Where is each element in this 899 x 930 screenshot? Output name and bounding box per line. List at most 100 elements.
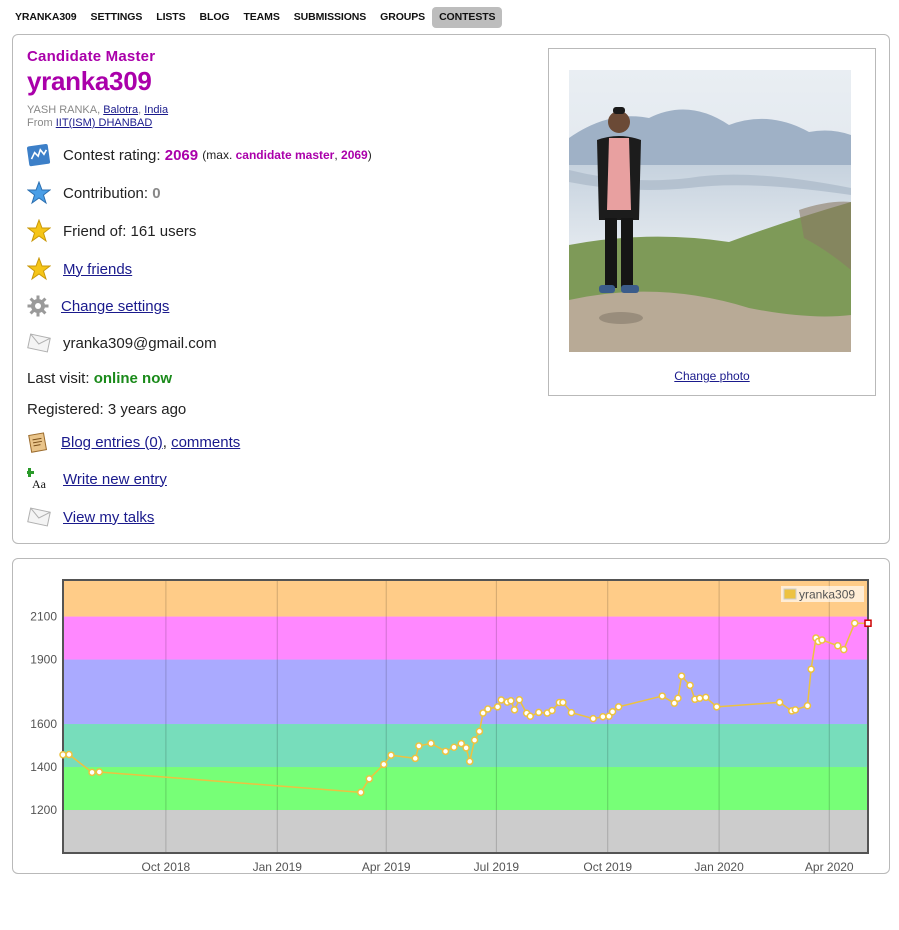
x-tick-label: Jan 2019 <box>253 860 303 874</box>
nav-submissions[interactable]: SUBMISSIONS <box>287 7 373 28</box>
view-talks-row: View my talks <box>27 505 154 529</box>
rating-point <box>677 672 686 680</box>
my-friends-link[interactable]: My friends <box>63 261 132 278</box>
rating-point <box>411 754 420 763</box>
blog-icon <box>27 430 49 454</box>
organization-link[interactable]: IIT(ISM) DHANBAD <box>56 117 153 129</box>
rating-point <box>608 708 617 716</box>
rating-graph-box: Oct 2018 Jan 2019 Apr 2019 Jul 2019 Oct 2019… <box>12 558 890 874</box>
rating-point <box>567 708 576 717</box>
friend-of-text: Friend of: 161 users <box>63 222 197 240</box>
rating-point <box>465 757 474 766</box>
rating-point <box>559 698 567 707</box>
max-rating: (max. candidate master, 2069) <box>202 148 372 162</box>
friend-of-row: Friend of: 161 users <box>27 219 196 243</box>
rating-point <box>515 695 524 704</box>
nav-settings[interactable]: SETTINGS <box>84 7 150 28</box>
x-tick-label: Jan 2020 <box>694 860 744 874</box>
rating-point <box>462 744 470 752</box>
nav-lists[interactable]: LISTS <box>149 7 192 28</box>
y-tick-label: 1600 <box>30 717 57 731</box>
rating-point <box>833 642 842 650</box>
registered-text: Registered: 3 years ago <box>27 401 187 418</box>
user-rank: Candidate Master <box>27 48 156 65</box>
user-organization: From IIT(ISM) DHANBAD <box>27 117 152 129</box>
nav-groups[interactable]: GROUPS <box>373 7 432 28</box>
blog-entries-link[interactable]: Blog entries (0) <box>61 434 163 451</box>
rating-point <box>380 760 388 769</box>
view-talks-link[interactable]: View my talks <box>63 509 154 526</box>
city-link[interactable]: Balotra <box>103 104 138 116</box>
max-rating-value: 2069 <box>341 148 368 162</box>
change-settings-link[interactable]: Change settings <box>61 298 169 315</box>
y-tick-label: 1200 <box>30 803 57 817</box>
rating-point <box>493 703 502 711</box>
rating-point <box>510 706 519 714</box>
nav-contests[interactable]: CONTESTS <box>432 7 503 28</box>
from-label: From <box>27 117 53 129</box>
rating-band <box>63 767 868 811</box>
gear-icon <box>27 294 49 318</box>
contribution-row: Contribution: 0 <box>27 181 161 205</box>
legend-label: yranka309 <box>799 588 855 602</box>
email-text: yranka309@gmail.com <box>63 334 217 352</box>
rating-point <box>599 712 607 721</box>
rating-point <box>450 743 458 751</box>
nav-teams[interactable]: TEAMS <box>236 7 286 28</box>
comments-link[interactable]: comments <box>171 434 240 451</box>
user-full-name: YASH RANKA <box>27 104 98 116</box>
my-friends-row: My friends <box>27 257 132 281</box>
write-entry-row: Aa Write new entry <box>27 467 167 491</box>
profile-box: Candidate Master yranka309 YASH RANKA, B… <box>12 34 890 544</box>
gold-star-icon <box>27 257 51 281</box>
rating-point <box>475 727 484 736</box>
rating-band <box>63 616 868 660</box>
rating-point <box>534 708 543 717</box>
rating-point <box>526 712 535 721</box>
gold-star-icon <box>27 219 51 243</box>
legend-swatch <box>783 588 797 600</box>
change-photo-link[interactable]: Change photo <box>549 369 875 383</box>
user-handle: yranka309 <box>27 66 152 96</box>
user-photo <box>569 70 851 352</box>
rating-point <box>88 768 96 777</box>
rating-point <box>357 788 365 797</box>
rating-point <box>614 703 623 711</box>
y-tick-label: 1900 <box>30 653 57 667</box>
envelope-icon <box>27 331 51 355</box>
rating-point <box>686 681 694 690</box>
x-tick-label: Oct 2019 <box>583 860 632 874</box>
x-tick-label: Apr 2019 <box>362 860 411 874</box>
rating-point <box>658 692 666 700</box>
last-visit-label: Last visit: <box>27 370 90 387</box>
rating-point <box>702 693 710 702</box>
write-entry-link[interactable]: Write new entry <box>63 471 167 488</box>
rating-point <box>415 742 423 750</box>
rating-band <box>63 810 868 853</box>
rating-point <box>840 645 848 654</box>
rating-point <box>95 768 104 776</box>
contribution-label: Contribution: <box>63 184 149 202</box>
rating-band <box>63 580 868 617</box>
rating-chart-icon <box>27 143 51 167</box>
rating-value: 2069 <box>164 146 199 164</box>
change-settings-row: Change settings <box>27 294 169 318</box>
country-link[interactable]: India <box>144 104 168 116</box>
rating-point <box>427 739 435 748</box>
rating-band <box>63 659 868 725</box>
nav-blog[interactable]: BLOG <box>193 7 237 28</box>
y-tick-label: 2100 <box>30 610 57 624</box>
max-rank: candidate master <box>235 148 335 162</box>
email-row: yranka309@gmail.com <box>27 331 217 355</box>
rating-point <box>497 696 505 704</box>
rating-point <box>807 665 815 673</box>
envelope-icon <box>27 505 51 529</box>
nav-profile[interactable]: YRANKA309 <box>8 7 84 28</box>
contest-rating-row: Contest rating: 2069 (max. candidate mas… <box>27 143 372 167</box>
rating-point <box>864 619 872 627</box>
rating-point <box>695 694 704 702</box>
y-tick-label: 1400 <box>30 760 57 774</box>
photo-frame: Change photo <box>548 48 876 396</box>
x-tick-label: Jul 2019 <box>474 860 520 874</box>
rating-point <box>818 636 826 644</box>
